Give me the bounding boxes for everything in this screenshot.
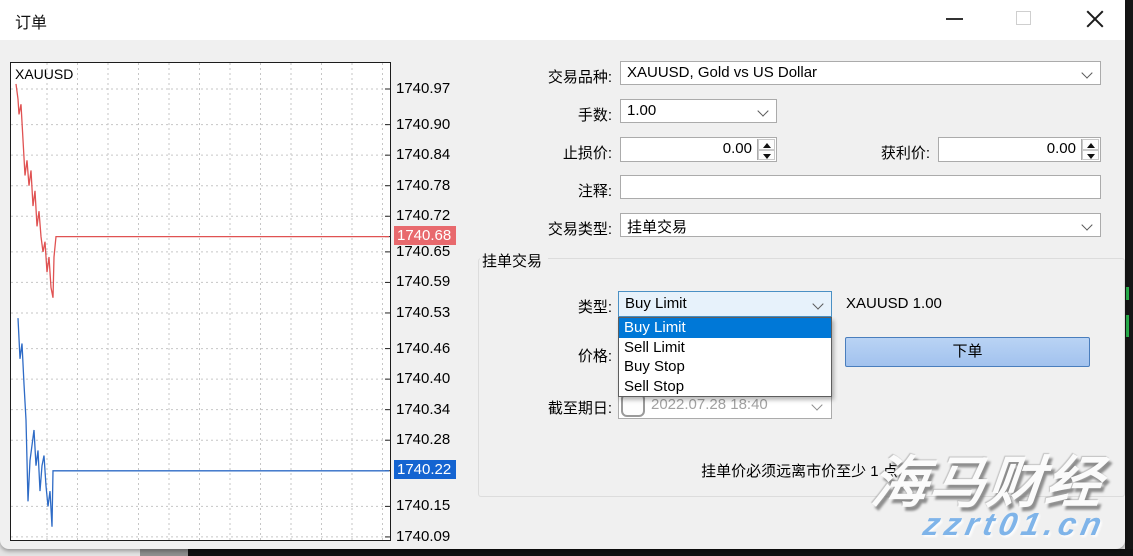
pending-order-group-title: 挂单交易 <box>480 250 548 271</box>
price-axis-label: 1740.53 <box>396 304 450 321</box>
price-axis-label: 1740.46 <box>396 340 450 357</box>
bid-line <box>18 318 389 527</box>
price-axis-label: 1740.90 <box>396 116 450 133</box>
price-axis-label: 1740.97 <box>396 80 450 97</box>
spin-up-button[interactable] <box>1082 139 1099 150</box>
order-type-select[interactable]: Buy Limit <box>618 291 832 317</box>
screen: 订单 XAUUSD 1740.971740.901740.841740.7817… <box>0 0 1133 556</box>
chevron-down-icon <box>757 105 768 116</box>
price-axis-label: 1740.34 <box>396 401 450 418</box>
order-type-option-sell-limit[interactable]: Sell Limit <box>619 338 831 358</box>
arrow-up-icon <box>1087 143 1095 148</box>
take-profit-input[interactable]: 0.00 <box>938 137 1101 162</box>
price-axis-label: 1740.72 <box>396 207 450 224</box>
price-axis: 1740.97 1740.90 1740.84 1740.78 1740.72 1740.… <box>394 0 458 556</box>
price-label: 价格: <box>482 345 612 366</box>
comment-label: 注释: <box>482 180 612 201</box>
taskbar-sliver <box>140 549 1133 556</box>
chevron-down-icon <box>812 298 823 309</box>
maximize-button[interactable] <box>1000 0 1046 38</box>
order-type-option-buy-limit[interactable]: Buy Limit <box>619 318 831 338</box>
stop-loss-label: 止损价: <box>482 142 612 163</box>
background-window-edge <box>1125 0 1133 556</box>
stop-loss-input[interactable]: 0.00 <box>620 137 777 162</box>
expiry-label: 截至期日: <box>482 397 612 418</box>
stop-loss-value: 0.00 <box>723 140 752 157</box>
expiry-value: 2022.07.28 18:40 <box>651 396 799 413</box>
take-profit-value: 0.00 <box>1047 140 1076 157</box>
price-axis-label: 1740.84 <box>396 146 450 163</box>
order-type-value: Buy Limit <box>625 295 687 312</box>
chevron-down-icon <box>1081 67 1092 78</box>
trade-type-label: 交易类型: <box>482 218 612 239</box>
taskbar-sliver-segment <box>140 549 188 556</box>
take-profit-spinner <box>1081 139 1099 160</box>
tick-chart <box>11 63 390 540</box>
arrow-down-icon <box>1087 154 1095 159</box>
price-axis-label: 1740.28 <box>396 431 450 448</box>
price-axis-label: 1740.59 <box>396 273 450 290</box>
price-axis-label: 1740.09 <box>396 528 450 545</box>
background-green-mark <box>1126 287 1129 300</box>
volume-value: 1.00 <box>627 102 656 119</box>
chevron-down-icon <box>1081 219 1092 230</box>
maximize-icon <box>1016 11 1031 25</box>
close-icon <box>1085 9 1105 29</box>
take-profit-label: 获利价: <box>800 142 930 163</box>
chart-symbol-label: XAUUSD <box>15 66 73 82</box>
price-axis-label: 1740.65 <box>396 243 450 260</box>
arrow-down-icon <box>763 154 771 159</box>
close-button[interactable] <box>1072 0 1118 38</box>
order-type-option-sell-stop[interactable]: Sell Stop <box>619 377 831 397</box>
order-type-dropdown-list: Buy LimitSell LimitBuy StopSell Stop <box>618 317 832 397</box>
price-axis-label: 1740.15 <box>396 497 450 514</box>
chevron-down-icon <box>811 399 822 410</box>
volume-label: 手数: <box>482 104 612 125</box>
ask-price-flag: 1740.68 <box>394 226 456 245</box>
symbol-value: XAUUSD, Gold vs US Dollar <box>627 64 817 81</box>
order-summary: XAUUSD 1.00 <box>846 295 942 312</box>
bid-price-flag: 1740.22 <box>394 460 456 479</box>
stop-loss-spinner <box>757 139 775 160</box>
minimize-button[interactable] <box>931 0 977 38</box>
arrow-up-icon <box>763 143 771 148</box>
window-title: 订单 <box>15 9 47 33</box>
order-type-label: 类型: <box>482 296 612 317</box>
price-chart[interactable]: XAUUSD <box>10 62 391 541</box>
comment-input[interactable] <box>620 175 1101 199</box>
title-bar: 订单 <box>0 0 1125 40</box>
spin-down-button[interactable] <box>758 150 775 161</box>
symbol-select[interactable]: XAUUSD, Gold vs US Dollar <box>620 61 1101 85</box>
trade-type-value: 挂单交易 <box>627 219 687 236</box>
spin-down-button[interactable] <box>1082 150 1099 161</box>
ask-line <box>16 84 389 298</box>
volume-select[interactable]: 1.00 <box>620 99 777 123</box>
spin-up-button[interactable] <box>758 139 775 150</box>
symbol-label: 交易品种: <box>482 66 612 87</box>
background-green-mark <box>1126 315 1129 337</box>
watermark-url: zzrt01.cn <box>920 506 1110 543</box>
price-axis-label: 1740.40 <box>396 370 450 387</box>
minimize-icon <box>946 18 963 20</box>
price-axis-label: 1740.78 <box>396 177 450 194</box>
order-type-option-buy-stop[interactable]: Buy Stop <box>619 357 831 377</box>
trade-type-select[interactable]: 挂单交易 <box>620 213 1101 237</box>
place-order-button[interactable]: 下单 <box>845 337 1090 367</box>
